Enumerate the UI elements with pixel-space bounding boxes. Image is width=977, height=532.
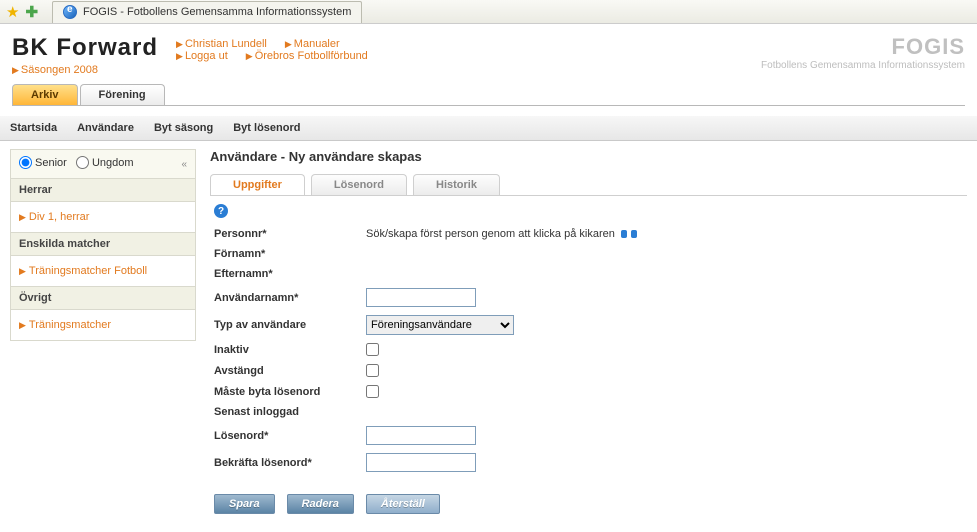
maintab-forening[interactable]: Förening	[80, 84, 165, 105]
browser-tab[interactable]: FOGIS - Fotbollens Gemensamma Informatio…	[52, 1, 362, 23]
sidebar-heading-ovrigt: Övrigt	[10, 287, 196, 310]
delete-button[interactable]: Radera	[287, 494, 354, 514]
sidebar-link-div1[interactable]: ▶Div 1, herrar	[19, 208, 187, 226]
brand-logo: FOGIS	[761, 34, 965, 60]
brand-subtitle: Fotbollens Gemensamma Informationssystem	[761, 60, 965, 71]
sidebar: Senior Ungdom « Herrar ▶Div 1, herrar En…	[10, 149, 196, 514]
subnav-byt-losenord[interactable]: Byt lösenord	[233, 122, 300, 134]
favorites-star-icon[interactable]: ★	[6, 3, 19, 21]
save-button[interactable]: Spara	[214, 494, 275, 514]
username-input[interactable]	[366, 288, 476, 307]
subnav-startsida[interactable]: Startsida	[10, 122, 57, 134]
main-tabs: Arkiv Förening	[12, 84, 965, 106]
maintab-arkiv[interactable]: Arkiv	[12, 84, 78, 105]
confirm-password-input[interactable]	[366, 453, 476, 472]
org-name: BK Forward	[12, 34, 158, 62]
page-title: Användare - Ny användare skapas	[210, 149, 967, 164]
season-link[interactable]: ▶Säsongen 2008	[12, 64, 98, 76]
user-type-select[interactable]: Föreningsanvändare	[366, 315, 514, 335]
label-personnr: Personnr*	[214, 228, 366, 240]
personnr-hint: Sök/skapa först person genom att klicka …	[366, 228, 615, 240]
label-losenord: Lösenord*	[214, 430, 366, 442]
subtab-uppgifter[interactable]: Uppgifter	[210, 174, 305, 195]
subtab-losenord[interactable]: Lösenord	[311, 174, 407, 195]
browser-bar: ★ ✚ FOGIS - Fotbollens Gemensamma Inform…	[0, 0, 977, 24]
radio-senior[interactable]: Senior	[19, 156, 67, 169]
inactive-checkbox[interactable]	[366, 343, 379, 356]
label-avstangd: Avstängd	[214, 365, 366, 377]
ie-icon	[63, 5, 77, 19]
label-efternamn: Efternamn*	[214, 268, 366, 280]
label-typ: Typ av användare	[214, 319, 366, 331]
header-link-user[interactable]: ▶Christian Lundell	[176, 38, 267, 50]
label-inaktiv: Inaktiv	[214, 344, 366, 356]
subtab-historik[interactable]: Historik	[413, 174, 500, 195]
sidebar-heading-herrar: Herrar	[10, 179, 196, 202]
help-icon[interactable]: ?	[214, 204, 228, 218]
main-content: Användare - Ny användare skapas Uppgifte…	[210, 149, 967, 514]
collapse-sidebar-icon[interactable]: «	[181, 159, 187, 170]
header-link-manuals[interactable]: ▶Manualer	[285, 38, 340, 50]
label-anvandarnamn: Användarnamn*	[214, 292, 366, 304]
must-change-password-checkbox[interactable]	[366, 385, 379, 398]
add-favorite-icon[interactable]: ✚	[25, 3, 38, 21]
header-link-district[interactable]: ▶Örebros Fotbollförbund	[246, 50, 368, 62]
label-maste-byta: Måste byta lösenord	[214, 386, 366, 398]
subnav-byt-sasong[interactable]: Byt säsong	[154, 122, 213, 134]
suspended-checkbox[interactable]	[366, 364, 379, 377]
tab-title: FOGIS - Fotbollens Gemensamma Informatio…	[83, 6, 351, 18]
sidebar-heading-enskilda: Enskilda matcher	[10, 233, 196, 256]
sub-nav: Startsida Användare Byt säsong Byt lösen…	[0, 116, 977, 141]
page-header: BK Forward ▶Säsongen 2008 ▶Christian Lun…	[12, 34, 965, 76]
label-fornamn: Förnamn*	[214, 248, 366, 260]
binoculars-search-icon[interactable]	[621, 228, 637, 240]
subnav-anvandare[interactable]: Användare	[77, 122, 134, 134]
label-senast: Senast inloggad	[214, 406, 366, 418]
password-input[interactable]	[366, 426, 476, 445]
reset-button[interactable]: Återställ	[366, 494, 440, 514]
label-bekrafta: Bekräfta lösenord*	[214, 457, 366, 469]
subtabs: Uppgifter Lösenord Historik	[210, 174, 967, 196]
header-link-logout[interactable]: ▶Logga ut	[176, 50, 228, 62]
radio-ungdom[interactable]: Ungdom	[76, 156, 134, 169]
sidebar-link-traningsmatcher-fotboll[interactable]: ▶Träningsmatcher Fotboll	[19, 262, 187, 280]
sidebar-link-traningsmatcher[interactable]: ▶Träningsmatcher	[19, 316, 187, 334]
